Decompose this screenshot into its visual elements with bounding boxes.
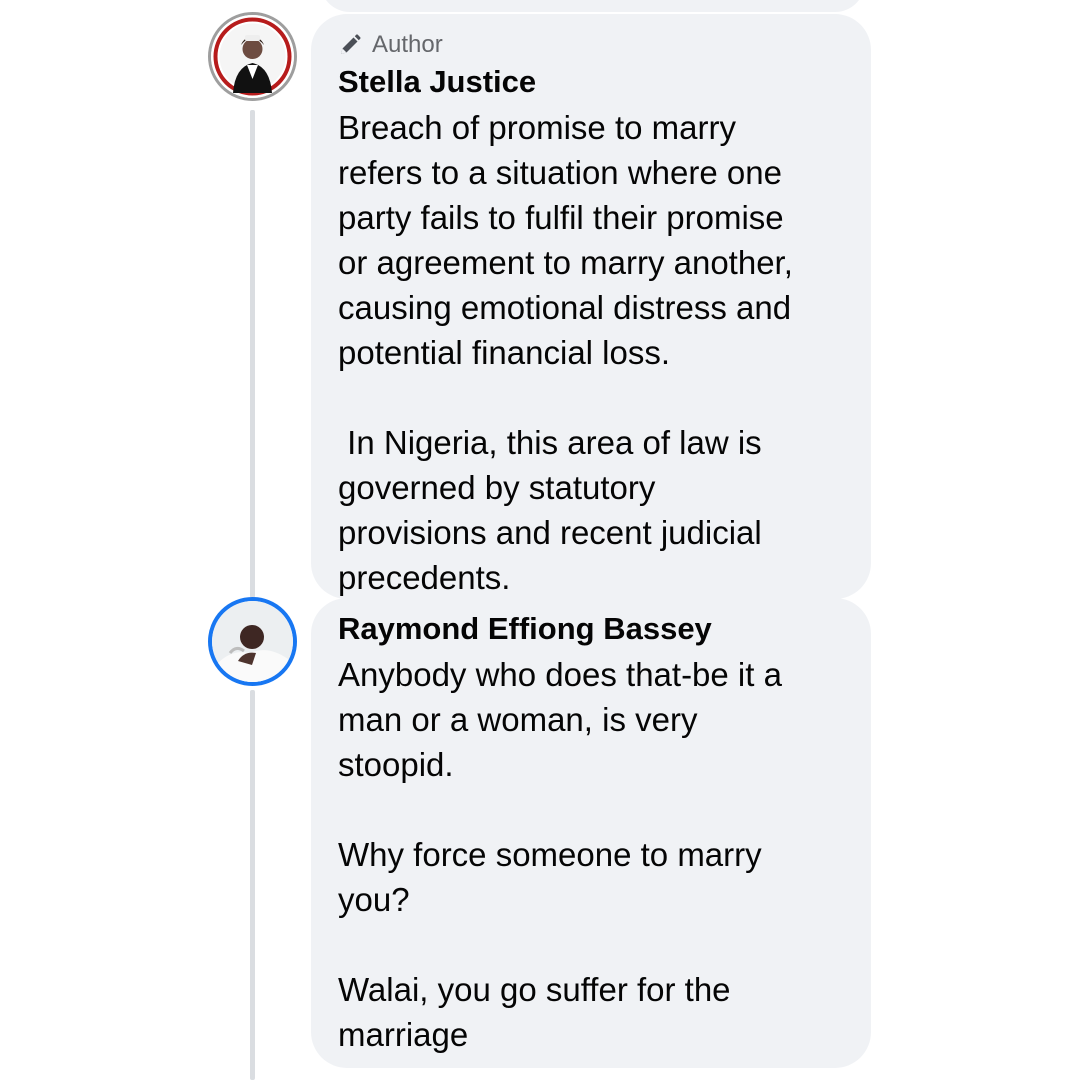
comment-line: Anybody who does that-be it a: [338, 656, 782, 693]
comment-line: Walai, you go suffer for the: [338, 971, 731, 1008]
avatar[interactable]: [208, 597, 297, 686]
comment-line: In Nigeria, this area of law is: [338, 424, 762, 461]
avatar-image: [211, 15, 294, 98]
commenter-name[interactable]: Raymond Effiong Bassey: [338, 609, 712, 649]
comment-line: Why force someone to marry: [338, 836, 762, 873]
comment-line: precedents.: [338, 559, 511, 596]
author-badge: Author: [338, 30, 443, 60]
comment-text: Breach of promise to marry refers to a s…: [338, 105, 863, 600]
comment-line: governed by statutory: [338, 469, 656, 506]
comment-line: party fails to fulfil their promise: [338, 199, 784, 236]
commenter-name[interactable]: Stella Justice: [338, 62, 536, 102]
comment-line: man or a woman, is very: [338, 701, 698, 738]
thread-line-bottom: [250, 690, 255, 1080]
comment-line: stoopid.: [338, 746, 454, 783]
thread-line-top: [250, 110, 255, 598]
comment-line: marriage: [338, 1016, 469, 1053]
previous-comment-bubble[interactable]: [320, 0, 865, 12]
comment-line: [338, 787, 863, 832]
comment-line: [338, 375, 863, 420]
comment-text: Anybody who does that-be it a man or a w…: [338, 652, 863, 1057]
avatar-image: [212, 601, 293, 682]
comment-line: refers to a situation where one: [338, 154, 782, 191]
avatar[interactable]: [208, 12, 297, 101]
comment-line: you?: [338, 881, 410, 918]
author-badge-label: Author: [372, 31, 443, 58]
comment-line: or agreement to marry another,: [338, 244, 793, 281]
comment-line: Breach of promise to marry: [338, 109, 736, 146]
comment-line: causing emotional distress and: [338, 289, 792, 326]
comment-line: potential financial loss.: [338, 334, 671, 371]
comment-line: [338, 922, 863, 967]
pencil-icon: [341, 34, 361, 54]
comment-line: provisions and recent judicial: [338, 514, 762, 551]
